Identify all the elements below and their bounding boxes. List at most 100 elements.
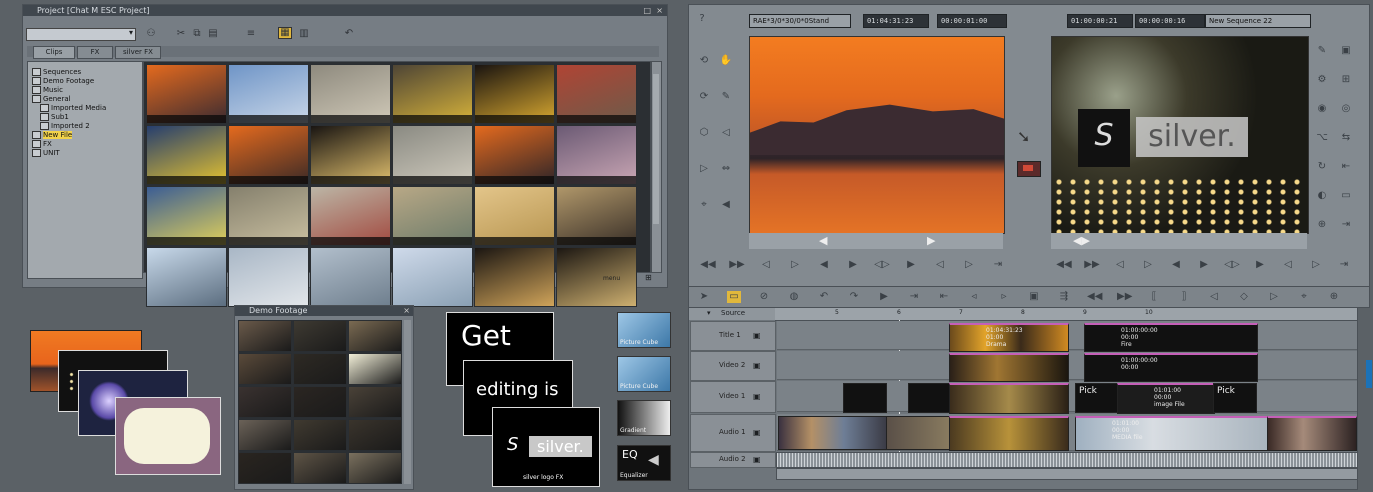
viewer-tool-icon[interactable]: ⊕ xyxy=(1315,219,1329,231)
clip-thumbnail[interactable] xyxy=(392,125,473,185)
timeline-tool-icon[interactable]: ⇥ xyxy=(907,291,921,303)
viewer-tool-icon[interactable]: ⟲ xyxy=(697,55,711,67)
overwrite-arrow-icon[interactable]: ➘ xyxy=(1017,127,1030,146)
clip-thumbnail[interactable] xyxy=(228,186,309,246)
audio-clip[interactable]: 01:01:00 00:00 MEDIA file xyxy=(1075,416,1269,451)
clip-thumbnail[interactable] xyxy=(392,186,473,246)
viewer-tool-icon[interactable]: ⌖ xyxy=(697,199,711,211)
tree-item[interactable]: Sub1 xyxy=(28,113,142,122)
viewer-tool-icon[interactable]: ⚙ xyxy=(1315,74,1329,86)
transport-button[interactable]: ◁ xyxy=(1109,259,1131,271)
copy-icon[interactable]: ⧉ xyxy=(191,29,203,39)
transport-button[interactable]: ▷ xyxy=(784,259,806,271)
clip-thumbnail[interactable] xyxy=(474,186,555,246)
timeline-tool-icon[interactable]: ◁ xyxy=(1207,291,1221,303)
help-icon[interactable]: ? xyxy=(695,13,709,25)
clip-thumbnail[interactable] xyxy=(146,125,227,185)
transport-button[interactable]: ⇥ xyxy=(987,259,1009,271)
timeline-tool-icon[interactable]: ◍ xyxy=(787,291,801,303)
binoculars-icon[interactable]: ⚇ xyxy=(145,29,157,39)
timeline-tool-icon[interactable]: ▭ xyxy=(727,291,741,303)
clip-thumbnail[interactable] xyxy=(238,320,292,352)
track-lock-icon[interactable]: ▣ xyxy=(753,428,761,437)
timeline-tool-icon[interactable]: ▹ xyxy=(997,291,1011,303)
clip-thumbnail[interactable] xyxy=(348,386,402,418)
video-clip[interactable] xyxy=(949,353,1069,382)
tree-item[interactable]: General xyxy=(28,95,142,104)
transport-button[interactable]: ◁▷ xyxy=(1221,259,1243,271)
tree-item[interactable]: Imported Media xyxy=(28,104,142,113)
record-monitor[interactable]: S silver. xyxy=(1051,36,1309,234)
effect-tile[interactable]: EQ ◀ Equalizer xyxy=(617,445,671,481)
transport-button[interactable]: ◀ xyxy=(1165,259,1187,271)
tree-item[interactable]: Imported 2 xyxy=(28,122,142,131)
tab-silver-fx[interactable]: silver FX xyxy=(115,46,161,59)
video-clip[interactable] xyxy=(843,383,887,413)
timeline-tool-icon[interactable]: ⇶ xyxy=(1057,291,1071,303)
clip-thumbnail[interactable] xyxy=(293,419,347,451)
timeline-ruler[interactable]: 5 6 7 8 9 10 xyxy=(775,308,1357,321)
transport-button[interactable]: ▷ xyxy=(1305,259,1327,271)
track-lock-icon[interactable]: ▣ xyxy=(753,331,761,340)
viewer-tool-icon[interactable]: ⇔ xyxy=(719,163,733,175)
viewer-tool-icon[interactable]: ✋ xyxy=(719,55,733,67)
tree-item[interactable]: UNIT xyxy=(28,149,142,158)
audio-clip[interactable] xyxy=(949,416,1069,451)
transport-button[interactable]: ⇥ xyxy=(1333,259,1355,271)
timeline-tool-icon[interactable]: ⟦ xyxy=(1147,291,1161,303)
undo-icon[interactable]: ↶ xyxy=(343,29,355,39)
viewer-tool-icon[interactable]: ✎ xyxy=(719,91,733,103)
record-timecode-in[interactable]: 01:00:00:21 xyxy=(1067,14,1133,28)
timeline-tool-icon[interactable]: ▷ xyxy=(1267,291,1281,303)
mark-out-icon[interactable]: ▶ xyxy=(927,234,935,247)
timeline-tool-icon[interactable]: ▶ xyxy=(877,291,891,303)
track-lock-icon[interactable]: ▣ xyxy=(753,455,761,464)
viewer-tool-icon[interactable]: ⇥ xyxy=(1339,219,1353,231)
audio-clip[interactable] xyxy=(1267,416,1357,451)
viewer-tool-icon[interactable]: ◐ xyxy=(1315,190,1329,202)
clip-thumbnail[interactable] xyxy=(474,247,555,307)
viewer-tool-icon[interactable]: ⊞ xyxy=(1339,74,1353,86)
mark-in-icon[interactable]: ◀ xyxy=(819,234,827,247)
tree-item[interactable]: Demo Footage xyxy=(28,77,142,86)
clip-thumbnail[interactable] xyxy=(238,419,292,451)
clip-thumbnail[interactable] xyxy=(310,186,391,246)
timeline-tool-icon[interactable]: ▣ xyxy=(1027,291,1041,303)
transport-button[interactable]: ▷ xyxy=(1137,259,1159,271)
viewer-tool-icon[interactable]: ⇤ xyxy=(1339,161,1353,173)
timeline-tool-icon[interactable]: ◀◀ xyxy=(1087,291,1102,303)
cut-icon[interactable]: ✂ xyxy=(175,29,187,39)
paste-icon[interactable]: ▤ xyxy=(207,29,219,39)
viewer-tool-icon[interactable]: ⟳ xyxy=(697,91,711,103)
tree-item[interactable]: New File xyxy=(28,131,142,140)
clip-thumbnail[interactable] xyxy=(146,186,227,246)
effect-tile[interactable]: Picture Cube xyxy=(617,356,671,392)
record-timecode-duration[interactable]: 00:00:00:16 xyxy=(1135,14,1205,28)
source-timecode-duration[interactable]: 00:00:01:00 xyxy=(937,14,1007,28)
timeline-tool-icon[interactable]: ↷ xyxy=(847,291,861,303)
transport-button[interactable]: ▶ xyxy=(900,259,922,271)
clip-thumbnail[interactable] xyxy=(556,125,637,185)
timeline-tool-icon[interactable]: ↶ xyxy=(817,291,831,303)
audio-clip[interactable] xyxy=(886,416,952,450)
viewer-tool-icon[interactable]: ◉ xyxy=(1315,103,1329,115)
clip-thumbnail[interactable] xyxy=(556,64,637,124)
demo-bin-scrollbar[interactable] xyxy=(404,320,411,484)
chevron-down-icon[interactable]: ▾ xyxy=(707,309,711,317)
resize-icon[interactable]: ⊞ xyxy=(645,273,652,282)
video-clip[interactable] xyxy=(949,383,1069,414)
clip-thumbnail[interactable] xyxy=(474,64,555,124)
list-view-icon[interactable]: ≡ xyxy=(245,29,257,39)
clip-thumbnail[interactable] xyxy=(556,247,637,307)
video-clip[interactable]: Pick xyxy=(1213,383,1257,413)
tree-item[interactable]: FX xyxy=(28,140,142,149)
video-clip[interactable]: Pick xyxy=(1075,383,1119,413)
track-lock-icon[interactable]: ▣ xyxy=(753,392,761,401)
clip-thumbnail[interactable] xyxy=(348,353,402,385)
transport-button[interactable]: ▶ xyxy=(1249,259,1271,271)
audio-clip[interactable] xyxy=(778,416,888,450)
frame-view-icon[interactable]: ▥ xyxy=(298,29,310,39)
viewer-tool-icon[interactable]: ↻ xyxy=(1315,161,1329,173)
grid-scrollbar[interactable] xyxy=(651,61,662,273)
project-dropdown[interactable]: ▾ xyxy=(26,28,136,41)
